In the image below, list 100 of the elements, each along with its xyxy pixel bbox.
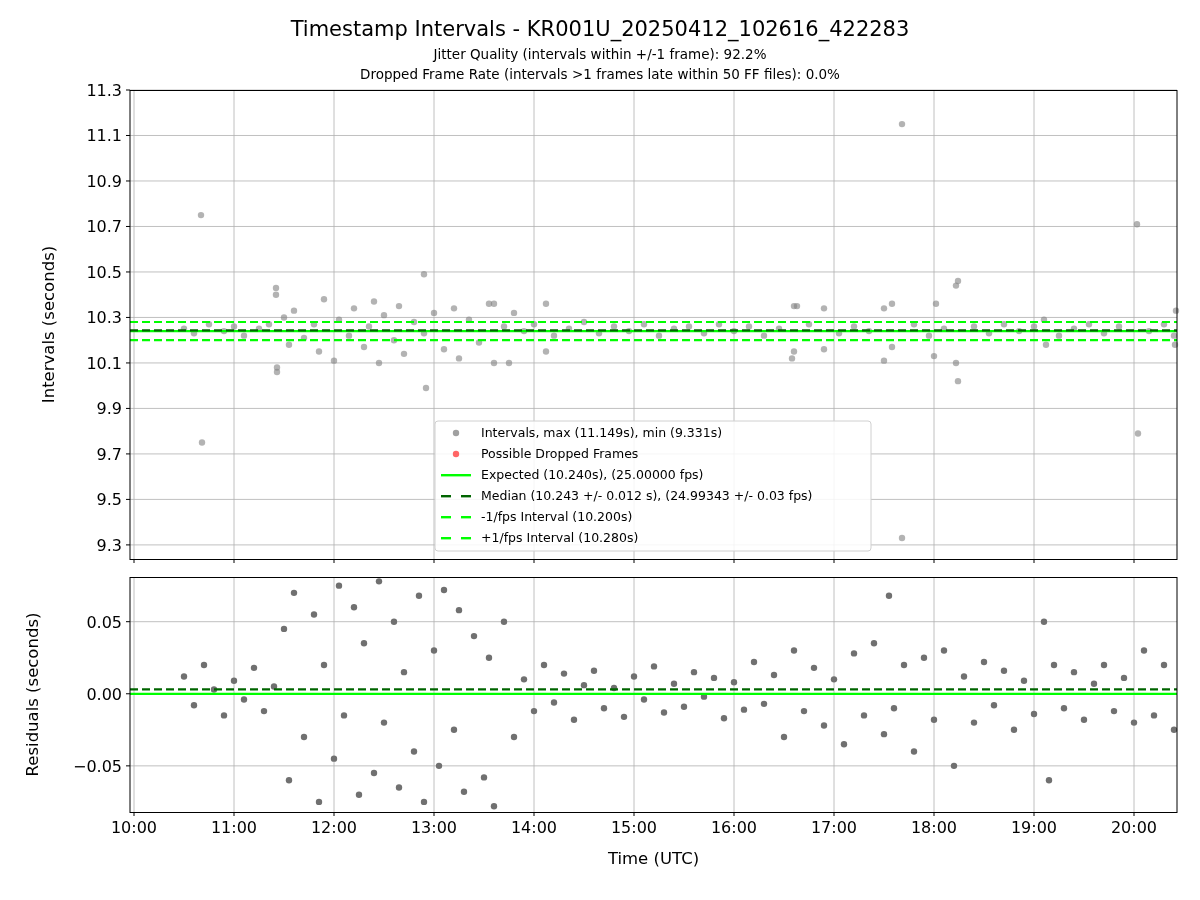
data-point: [1020, 677, 1028, 684]
data-point: [395, 302, 403, 310]
data-point: [930, 352, 938, 360]
data-point: [375, 359, 383, 367]
data-point: [1085, 321, 1093, 328]
data-point: [330, 755, 338, 762]
data-point: [285, 341, 293, 348]
data-point: [355, 791, 363, 798]
data-point: [190, 330, 198, 337]
data-point: [970, 719, 978, 726]
x-tick-label: 10:00: [110, 818, 158, 837]
data-point: [685, 323, 693, 330]
data-point: [850, 323, 858, 330]
data-point: [1045, 777, 1053, 784]
data-point: [1170, 726, 1178, 733]
data-point: [1115, 323, 1123, 330]
data-point: [565, 325, 573, 332]
data-point: [240, 332, 248, 339]
chart-title: Timestamp Intervals - KR001U_20250412_102616_422283: [290, 16, 910, 44]
data-point: [980, 658, 988, 666]
y-tick-label: 10.7: [86, 217, 122, 237]
data-point: [930, 716, 938, 723]
data-point: [370, 298, 378, 305]
data-point: [410, 318, 418, 326]
data-point: [860, 712, 868, 719]
data-point: [320, 661, 328, 669]
data-point: [820, 346, 828, 353]
data-point: [850, 650, 858, 657]
data-point: [830, 676, 838, 683]
data-point: [430, 309, 438, 317]
data-point: [490, 803, 498, 810]
data-point: [280, 314, 288, 321]
y-tick-label: 0.00: [86, 684, 122, 704]
data-point: [1160, 321, 1168, 328]
data-point: [250, 664, 258, 672]
data-point: [420, 330, 428, 337]
data-point: [1134, 430, 1142, 437]
data-point: [1015, 327, 1023, 335]
y-tick-label: 11.3: [86, 81, 122, 100]
data-point: [630, 673, 638, 680]
x-tick-label: 17:00: [810, 818, 858, 837]
data-point: [595, 330, 603, 337]
data-point: [420, 798, 428, 806]
chart-subtitle: Jitter Quality (intervals within +/-1 frame): 92.2%: [433, 45, 767, 64]
data-point: [888, 343, 896, 351]
data-point: [1150, 712, 1158, 719]
data-point: [410, 748, 418, 755]
data-point: [775, 325, 783, 332]
data-point: [750, 658, 758, 666]
data-point: [800, 707, 808, 715]
data-point: [970, 323, 978, 330]
data-point: [1060, 705, 1068, 712]
data-point: [375, 578, 383, 585]
x-tick-label: 18:00: [910, 818, 958, 837]
data-point: [365, 323, 373, 330]
data-point: [300, 733, 308, 741]
data-point: [1171, 341, 1179, 348]
data-point: [1040, 618, 1048, 625]
data-point: [380, 719, 388, 726]
data-point: [510, 733, 518, 741]
legend-label: Median (10.243 +/- 0.012 s), (24.99343 +/- 0.03 fps): [481, 488, 813, 503]
data-point: [670, 325, 678, 332]
data-point: [885, 592, 893, 599]
data-point: [470, 632, 478, 640]
data-point: [770, 671, 778, 679]
data-point: [415, 592, 423, 599]
data-point: [600, 705, 608, 712]
data-point: [640, 321, 648, 328]
data-point: [540, 661, 548, 669]
data-point: [190, 702, 198, 709]
data-point: [625, 327, 633, 335]
data-point: [1040, 316, 1048, 323]
data-point: [1090, 680, 1098, 687]
data-point: [1080, 716, 1088, 723]
y-tick-label: −0.05: [72, 756, 122, 776]
data-point: [230, 323, 238, 330]
x-tick-label: 12:00: [310, 818, 358, 837]
x-tick-label: 19:00: [1010, 818, 1058, 837]
data-point: [870, 640, 878, 647]
data-point: [700, 693, 708, 700]
data-point: [835, 330, 843, 337]
data-point: [1070, 325, 1078, 332]
data-point: [670, 680, 678, 687]
data-point: [510, 309, 518, 317]
data-point: [335, 582, 343, 589]
data-point: [200, 661, 208, 669]
data-point: [450, 726, 458, 733]
data-point: [475, 339, 483, 346]
data-point: [310, 321, 318, 328]
data-point: [580, 318, 588, 326]
data-point: [255, 325, 263, 332]
data-point: [740, 706, 748, 713]
data-point: [790, 647, 798, 654]
y-tick-label: 9.3: [96, 535, 122, 555]
data-point: [450, 305, 458, 312]
data-point: [500, 323, 508, 330]
data-point: [898, 120, 906, 128]
data-point: [270, 683, 278, 690]
data-point: [390, 618, 398, 625]
data-point: [197, 211, 205, 219]
